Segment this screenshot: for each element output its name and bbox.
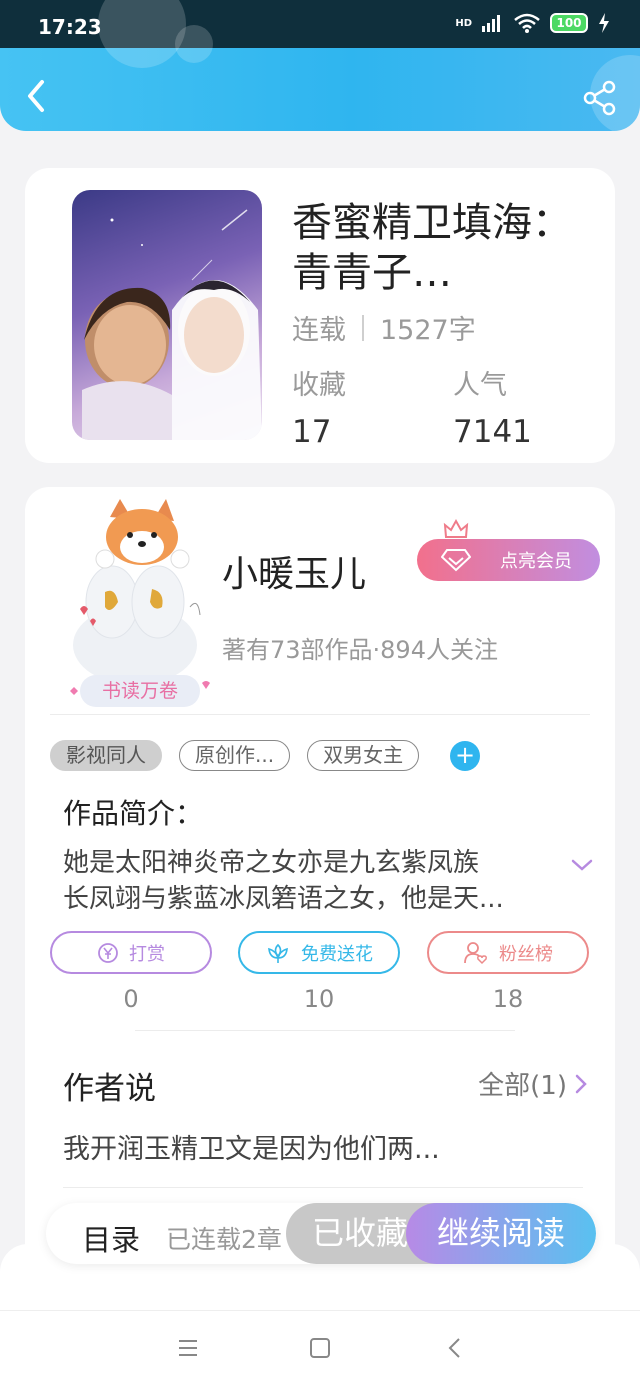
avatar[interactable]: 书读万卷 — [50, 497, 220, 707]
divider — [63, 1187, 583, 1188]
author-says-title: 作者说 — [63, 1071, 156, 1107]
book-meta: 连载 1527字 — [292, 308, 476, 347]
reward-button-label: 打赏 — [129, 943, 165, 965]
popularity-label: 人气 — [453, 370, 507, 401]
intro-line: 长凤翊与紫蓝冰凤箬语之女，他是天... — [63, 884, 504, 914]
intro-text[interactable]: 她是太阳神炎帝之女亦是九玄紫凤族 长凤翊与紫蓝冰凤箬语之女，他是天... — [63, 845, 553, 917]
system-nav-bar — [0, 1310, 640, 1387]
favorites-label: 收藏 — [292, 370, 346, 401]
favorites-value: 17 — [292, 414, 332, 450]
tag-item[interactable]: 影视同人 — [50, 740, 162, 771]
network-type-label: HD — [455, 17, 472, 29]
chevron-down-icon[interactable] — [570, 857, 594, 873]
charging-icon — [599, 13, 609, 33]
author-stats: 著有73部作品·894人关注 — [222, 636, 498, 664]
status-icons: HD 100 — [455, 13, 610, 33]
decor-bubble — [175, 25, 213, 63]
meta-divider — [362, 314, 364, 341]
book-cover-image[interactable] — [72, 190, 262, 440]
flower-icon — [268, 943, 288, 963]
view-all-link[interactable]: 全部(1) — [478, 1065, 587, 1102]
fan-ranking-button[interactable]: 粉丝榜 — [427, 931, 589, 974]
tag-item[interactable]: 原创作... — [179, 740, 291, 771]
toc-button[interactable]: 目录 — [82, 1217, 140, 1259]
book-info-card: 香蜜精卫填海：青青子… 连载 1527字 收藏 人气 17 7141 — [25, 168, 615, 463]
menu-icon[interactable] — [177, 1337, 199, 1359]
avatar-badge-text: 书读万卷 — [101, 680, 178, 702]
add-tag-icon[interactable]: + — [450, 740, 481, 771]
yen-coin-icon — [98, 942, 118, 963]
flower-count: 10 — [303, 985, 335, 1013]
tag-item[interactable]: 双男女主 — [307, 740, 420, 771]
status-time: 17:23 — [38, 15, 102, 39]
book-title: 香蜜精卫填海：青青子… — [292, 200, 572, 296]
intro-line: 她是太阳神炎帝之女亦是九玄紫凤族 — [63, 848, 480, 878]
signal-icon — [482, 15, 500, 32]
bottom-action-bar: 目录 已连载2章 已收藏 继续阅读 — [46, 1203, 596, 1264]
divider — [135, 1030, 515, 1031]
top-header: 17:23 HD 100 — [0, 0, 640, 131]
divider — [50, 714, 590, 715]
user-heart-icon — [464, 941, 487, 964]
vip-button[interactable]: 点亮会员 — [417, 539, 600, 581]
chevron-right-icon — [575, 1074, 587, 1093]
reward-count: 0 — [123, 985, 139, 1013]
wifi-icon — [514, 13, 540, 33]
fan-ranking-button-label: 粉丝榜 — [499, 943, 553, 965]
home-icon[interactable] — [309, 1337, 331, 1359]
diamond-icon — [441, 549, 471, 572]
crown-icon — [443, 518, 469, 538]
reward-button[interactable]: 打赏 — [50, 931, 212, 974]
word-count: 1527字 — [380, 315, 476, 346]
intro-title: 作品简介： — [63, 797, 204, 830]
author-info-card: 书读万卷 小暖玉儿 点亮会员 著有73部作品·894人关注 影视同人 原创作..… — [25, 487, 615, 1277]
send-flower-button[interactable]: 免费送花 — [238, 931, 400, 974]
view-all-label: 全部(1) — [478, 1071, 567, 1101]
tag-list: 影视同人 原创作... 双男女主 + — [50, 740, 481, 771]
back-icon[interactable] — [20, 74, 56, 118]
battery-indicator: 100 — [550, 13, 588, 33]
author-name[interactable]: 小暖玉儿 — [222, 545, 366, 597]
decor-bubble — [98, 0, 186, 68]
fan-count: 18 — [492, 985, 524, 1013]
share-icon[interactable] — [582, 80, 618, 116]
back-nav-icon[interactable] — [444, 1337, 466, 1359]
popularity-value: 7141 — [453, 414, 532, 450]
author-says-text[interactable]: 我开润玉精卫文是因为他们两... — [63, 1127, 440, 1166]
continue-reading-button[interactable]: 继续阅读 — [406, 1203, 596, 1264]
send-flower-button-label: 免费送花 — [301, 943, 373, 965]
chapter-count: 已连载2章 — [166, 1225, 282, 1254]
vip-button-label: 点亮会员 — [500, 551, 572, 572]
serial-status: 连载 — [292, 315, 346, 346]
